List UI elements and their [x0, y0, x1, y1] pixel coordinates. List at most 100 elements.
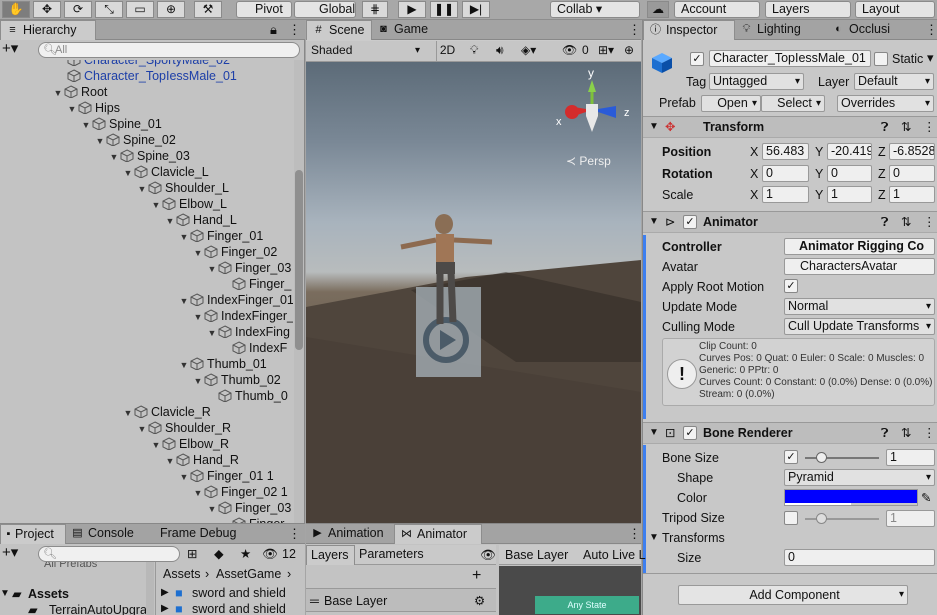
animator-enabled-checkbox[interactable]: ✓	[683, 215, 697, 229]
tab-layers[interactable]: Layers	[306, 545, 355, 565]
animator-graph[interactable]: Any State	[499, 566, 641, 615]
controller-field[interactable]: Animator Rigging Co	[784, 238, 935, 255]
expand-arrow-icon[interactable]: ▼	[94, 133, 106, 149]
root-motion-checkbox[interactable]: ✓	[784, 279, 798, 293]
prefab-select-button[interactable]: Select	[761, 95, 825, 112]
tab-console[interactable]: ▤ Console	[66, 524, 146, 544]
pause-button[interactable]: ❚❚	[430, 1, 458, 18]
tripod-checkbox[interactable]	[784, 511, 798, 525]
global-toggle[interactable]: Global	[294, 1, 356, 18]
bone-size-field[interactable]: 1	[886, 449, 935, 466]
breadcrumb-base-layer[interactable]: Base Layer	[505, 547, 568, 563]
collab-button[interactable]: Collab ▾	[550, 1, 640, 18]
item1-expand-icon[interactable]: ▶	[161, 585, 169, 601]
tab-animator[interactable]: ⋈ Animator	[394, 524, 482, 544]
bone-preset-icon[interactable]: ⇅	[901, 425, 911, 441]
hierarchy-row[interactable]: ▼ Hand_R	[164, 452, 239, 468]
hierarchy-row[interactable]: ▼ Shoulder_R	[136, 420, 231, 436]
tripod-slider-handle[interactable]	[816, 513, 827, 524]
active-checkbox[interactable]: ✓	[690, 52, 704, 66]
hierarchy-row[interactable]: ▼ IndexFing	[206, 324, 290, 340]
tab-game[interactable]: ◙ Game	[372, 20, 446, 40]
layer-row[interactable]: ═ Base Layer ⚙	[306, 588, 496, 612]
preset-icon[interactable]: ⇅	[901, 119, 911, 135]
hierarchy-row[interactable]: Finger_	[220, 516, 291, 523]
expand-arrow-icon[interactable]: ▼	[150, 197, 162, 213]
expand-arrow-icon[interactable]: ▼	[178, 293, 190, 309]
effects-icon[interactable]: ◈▾	[521, 41, 536, 61]
inspector-menu-icon[interactable]: ⋮	[925, 22, 937, 37]
breadcrumb-more-icon[interactable]: ›	[287, 566, 291, 582]
drag-handle-icon[interactable]: ═	[310, 593, 319, 609]
hierarchy-row[interactable]: ▼ Finger_02	[192, 244, 278, 260]
tag-dropdown[interactable]: Untagged	[709, 73, 804, 90]
prefab-open-button[interactable]: Open	[701, 95, 761, 112]
hierarchy-row[interactable]: ▼ Clavicle_R	[122, 404, 211, 420]
all-prefabs-item[interactable]: All Prefabs	[44, 562, 97, 572]
layout-dropdown[interactable]: Layout	[855, 1, 935, 18]
animator-preset-icon[interactable]: ⇅	[901, 214, 911, 230]
update-mode-dropdown[interactable]: Normal	[784, 298, 935, 315]
expand-arrow-icon[interactable]: ▼	[136, 421, 148, 437]
hierarchy-row[interactable]: Character_SportyMale_02	[55, 60, 230, 68]
position-x-field[interactable]: 56.483	[762, 143, 809, 160]
tab-occlusion[interactable]: ◐ Occlusi	[827, 20, 917, 40]
project-menu-icon[interactable]: ⋮	[288, 526, 301, 541]
layers-dropdown[interactable]: Layers	[765, 1, 851, 18]
position-z-field[interactable]: -6.8528	[889, 143, 935, 160]
audio-icon[interactable]: 🔊︎	[496, 41, 504, 61]
filter-type-icon[interactable]: ⊞	[187, 546, 197, 562]
bone-renderer-enabled-checkbox[interactable]: ✓	[683, 426, 697, 440]
cloud-icon[interactable]: ☁	[647, 1, 669, 18]
hierarchy-row[interactable]: Thumb_0	[206, 388, 288, 404]
lock-icon[interactable]: 🔒︎	[270, 22, 277, 37]
hierarchy-row[interactable]: ▼ Spine_01	[80, 116, 162, 132]
expand-arrow-icon[interactable]: ▼	[206, 501, 218, 517]
expand-arrow-icon[interactable]: ▼	[164, 453, 176, 469]
expand-arrow-icon[interactable]: ▼	[108, 149, 120, 165]
assets-item[interactable]: Assets	[28, 586, 69, 602]
overrides-dropdown[interactable]: Overrides	[837, 95, 934, 112]
folder-scrollbar[interactable]	[146, 562, 154, 615]
tab-parameters[interactable]: Parameters	[355, 545, 429, 565]
scale-tool-icon[interactable]: ⤡	[95, 1, 123, 18]
rect-tool-icon[interactable]: ▭	[126, 1, 154, 18]
hierarchy-row[interactable]: ▼ Spine_03	[108, 148, 190, 164]
breadcrumb-assetgame[interactable]: AssetGame	[216, 566, 281, 582]
hierarchy-row[interactable]: ▼ Clavicle_L	[122, 164, 209, 180]
bone-renderer-header[interactable]: ▼ ⊡ ✓ Bone Renderer ❓︎ ⇅ ⋮	[643, 422, 937, 444]
terrain-folder-item[interactable]: _TerrainAutoUpgra	[42, 602, 147, 615]
hierarchy-row[interactable]: ▼ Shoulder_L	[136, 180, 229, 196]
expand-arrow-icon[interactable]: ▼	[206, 325, 218, 341]
lighting-icon[interactable]: 💡︎	[470, 41, 478, 61]
tab-lighting[interactable]: 💡︎ Lighting	[735, 20, 827, 40]
transforms-size-field[interactable]: 0	[784, 549, 935, 566]
filter-label-icon[interactable]: ◆	[214, 546, 224, 562]
hierarchy-row[interactable]: ▼ Hand_L	[164, 212, 237, 228]
tab-scene[interactable]: # Scene	[306, 20, 372, 40]
animator-foldout-icon[interactable]: ▼	[649, 214, 659, 230]
asset-item-1[interactable]: sword and shield	[192, 585, 286, 601]
auto-live-link-toggle[interactable]: Auto Live L	[583, 547, 646, 563]
expand-arrow-icon[interactable]: ▼	[206, 261, 218, 277]
transform-foldout-icon[interactable]: ▼	[649, 119, 659, 135]
bone-renderer-foldout-icon[interactable]: ▼	[649, 425, 659, 441]
play-button[interactable]: ▶	[398, 1, 426, 18]
hierarchy-row[interactable]: ▼ Finger_02 1	[192, 484, 288, 500]
eyedropper-icon[interactable]: ✎	[921, 490, 931, 506]
animator-help-icon[interactable]: ❓︎	[881, 214, 889, 230]
account-dropdown[interactable]: Account	[674, 1, 760, 18]
help-icon[interactable]: ❓︎	[881, 119, 889, 135]
project-search-input[interactable]: 🔍︎	[38, 546, 180, 562]
expand-arrow-icon[interactable]: ▼	[178, 357, 190, 373]
scrollbar-thumb[interactable]	[295, 170, 303, 350]
tab-animation[interactable]: ▶ Animation	[306, 524, 394, 544]
tab-project[interactable]: ▪ Project	[0, 524, 66, 544]
expand-arrow-icon[interactable]: ▼	[150, 437, 162, 453]
hierarchy-row[interactable]: ▼ Elbow_L	[150, 196, 227, 212]
assets-foldout-icon[interactable]: ▼	[0, 586, 10, 602]
component-menu-icon[interactable]: ⋮	[923, 119, 936, 135]
position-y-field[interactable]: -20.419	[827, 143, 872, 160]
tab-frame-debug[interactable]: Frame Debug	[146, 524, 242, 544]
hierarchy-row[interactable]: Character_TopIessMale_01	[55, 68, 237, 84]
